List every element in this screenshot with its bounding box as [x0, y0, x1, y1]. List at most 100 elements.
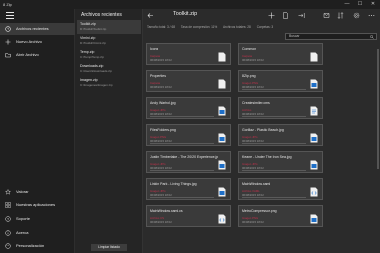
image-file-icon	[218, 106, 226, 116]
search-placeholder: Buscar	[289, 34, 300, 38]
search-icon	[370, 35, 374, 39]
file-date: 06/08/2015 18:02	[150, 85, 172, 89]
file-date: 06/08/2015 18:02	[242, 220, 264, 224]
file-card[interactable]: 8Zip.png Imagen PNG 06/08/2015 18:02	[238, 70, 323, 92]
file-name: MainWindow.xaml.cs	[150, 209, 183, 213]
hamburger-menu-icon[interactable]	[6, 12, 14, 19]
close-button[interactable]: ✕	[367, 0, 379, 9]
minimize-button[interactable]: —	[341, 0, 353, 9]
stat-compression: Tasa de compresión: 11%	[180, 25, 218, 29]
image-file-icon	[310, 214, 318, 224]
info-icon	[5, 230, 11, 236]
archive-stats: Tamaño total: 3 / 68 Tasa de compresión:…	[147, 25, 278, 29]
file-card[interactable]: MetroCompressor.png Imagen PNG 06/08/201…	[238, 205, 323, 227]
file-card[interactable]: Gorillaz - Plastic Beach.jpg Imagen JPG …	[238, 124, 323, 146]
nav-label: Acerca	[16, 230, 29, 235]
file-bar	[242, 116, 306, 117]
file-name: Linkin Park - Living Things.jpg	[150, 182, 197, 186]
recent-item-path: C:\Temp\Temp.zip	[80, 55, 105, 59]
sort-icon[interactable]	[337, 12, 344, 19]
recent-item-path: C:\Imagenes\Imagen.zip	[80, 83, 113, 87]
nav-item-about[interactable]: Acerca	[0, 227, 75, 239]
question-icon: ?	[5, 216, 11, 222]
more-options-icon[interactable]	[368, 12, 375, 19]
stat-total-size: Tamaño total: 3 / 68	[147, 25, 175, 29]
nav-item-personalization[interactable]: Personalización	[0, 240, 75, 252]
file-card[interactable]: Andy Warhol.jpg Imagen JPG 06/08/2015 18…	[146, 97, 231, 119]
back-arrow-icon[interactable]	[147, 12, 154, 19]
file-name: Justin Timberlake - The 20/20 Experience…	[150, 155, 218, 159]
file-name: MainWindow.xaml	[242, 182, 271, 186]
nav-label: Soporte	[16, 216, 31, 221]
file-bar	[150, 170, 214, 171]
file-card[interactable]: Icons Carpeta 06/08/2015 18:02	[146, 43, 231, 65]
extract-icon[interactable]	[298, 12, 305, 19]
file-bar	[242, 89, 306, 90]
image-file-icon	[218, 187, 226, 197]
file-card[interactable]: Common Carpeta 06/08/2015 18:02	[238, 43, 323, 65]
nav-label: Nuestras aplicaciones	[16, 202, 56, 207]
nav-item-new-archive[interactable]: Nuevo Archivo	[0, 36, 75, 48]
share-icon[interactable]	[323, 12, 330, 19]
nav-item-support[interactable]: ? Soporte	[0, 213, 75, 225]
file-card[interactable]: Keane - Under The Iron Sea.jpg Imagen JP…	[238, 151, 323, 173]
file-bar	[242, 170, 306, 171]
recent-header: Archivos recientes	[81, 12, 122, 18]
file-date: 06/08/2015 18:02	[150, 58, 172, 62]
recent-item-name: Imagen.zip	[80, 78, 98, 82]
file-card[interactable]: MainWindow.xaml Archivo XAML 06/08/2015 …	[238, 178, 323, 200]
code-file-icon	[218, 214, 226, 224]
archive-filename: Toolkit.zip	[173, 11, 198, 17]
nav-item-rate[interactable]: Valorar	[0, 186, 75, 198]
nav-item-open-archive[interactable]: Abrir Archivo	[0, 49, 75, 61]
recent-item-name: Temp.zip	[80, 50, 95, 54]
code-file-icon	[310, 187, 318, 197]
clear-list-button[interactable]: Limpiar listado	[91, 244, 127, 251]
file-card[interactable]: FilesFolders.png Imagen PNG 06/08/2015 1…	[146, 124, 231, 146]
file-name: Gorillaz - Plastic Beach.jpg	[242, 128, 284, 132]
star-icon	[5, 189, 11, 195]
file-card[interactable]: Justin Timberlake - The 20/20 Experience…	[146, 151, 231, 173]
nav-label: Personalización	[16, 243, 45, 248]
file-card[interactable]: Createsimiler.cms Archivo 06/08/2015 18:…	[238, 97, 323, 119]
maximize-button[interactable]: ☐	[354, 0, 366, 9]
recent-item[interactable]: Imagen.zip C:\Imagenes\Imagen.zip	[77, 76, 141, 90]
file-grid: Icons Carpeta 06/08/2015 18:02 Common Ca…	[146, 43, 380, 253]
file-card[interactable]: MainWindow.xaml.cs Archivo CS 06/08/2015…	[146, 205, 231, 227]
recent-item-name: Toolkit.zip	[80, 22, 96, 26]
file-name: Properties	[150, 74, 166, 78]
svg-text:?: ?	[7, 217, 9, 221]
title-bar: 8 Zip — ☐ ✕	[0, 0, 380, 9]
recent-item-path: C:\Users\Downloads.zip	[80, 69, 113, 73]
nav-label: Valorar	[16, 189, 29, 194]
nav-pane: Archivos recientes Nuevo Archivo Abrir A…	[0, 9, 75, 253]
recent-item-name: Downloads.zip	[80, 64, 104, 68]
file-name: 8Zip.png	[242, 74, 256, 78]
nav-label: Nuevo Archivo	[16, 39, 42, 44]
file-card[interactable]: Properties Carpeta 06/08/2015 18:02	[146, 70, 231, 92]
plus-icon	[5, 39, 11, 45]
nav-item-our-apps[interactable]: Nuestras aplicaciones	[0, 199, 75, 211]
file-bar	[150, 116, 214, 117]
clock-icon	[5, 26, 11, 32]
vertical-scrollbar[interactable]	[377, 49, 379, 169]
add-icon[interactable]	[268, 12, 275, 19]
app-title: 8 Zip	[3, 2, 12, 7]
image-file-icon	[310, 133, 318, 143]
recent-item[interactable]: Vimini.zip D:\Toolkit\Vimini.zip	[77, 34, 141, 48]
nav-item-recent[interactable]: Archivos recientes	[0, 23, 75, 35]
image-file-icon	[310, 79, 318, 89]
recent-item[interactable]: Temp.zip C:\Temp\Temp.zip	[77, 48, 141, 62]
new-file-icon[interactable]	[282, 12, 289, 19]
grid-icon	[5, 202, 11, 208]
file-name: Common	[242, 47, 257, 51]
file-bar	[242, 143, 306, 144]
recent-files-pane: Archivos recientes Toolkit.zip D:\Toolki…	[75, 9, 143, 253]
nav-label: Archivos recientes	[16, 26, 49, 31]
recent-item[interactable]: Toolkit.zip D:\Toolkit\Toolkit.zip	[77, 20, 141, 34]
search-input[interactable]: Buscar	[285, 33, 377, 40]
settings-gear-icon[interactable]	[353, 12, 360, 19]
recent-item[interactable]: Downloads.zip C:\Users\Downloads.zip	[77, 62, 141, 76]
file-card[interactable]: Linkin Park - Living Things.jpg Imagen J…	[146, 178, 231, 200]
folder-file-icon	[218, 52, 226, 62]
